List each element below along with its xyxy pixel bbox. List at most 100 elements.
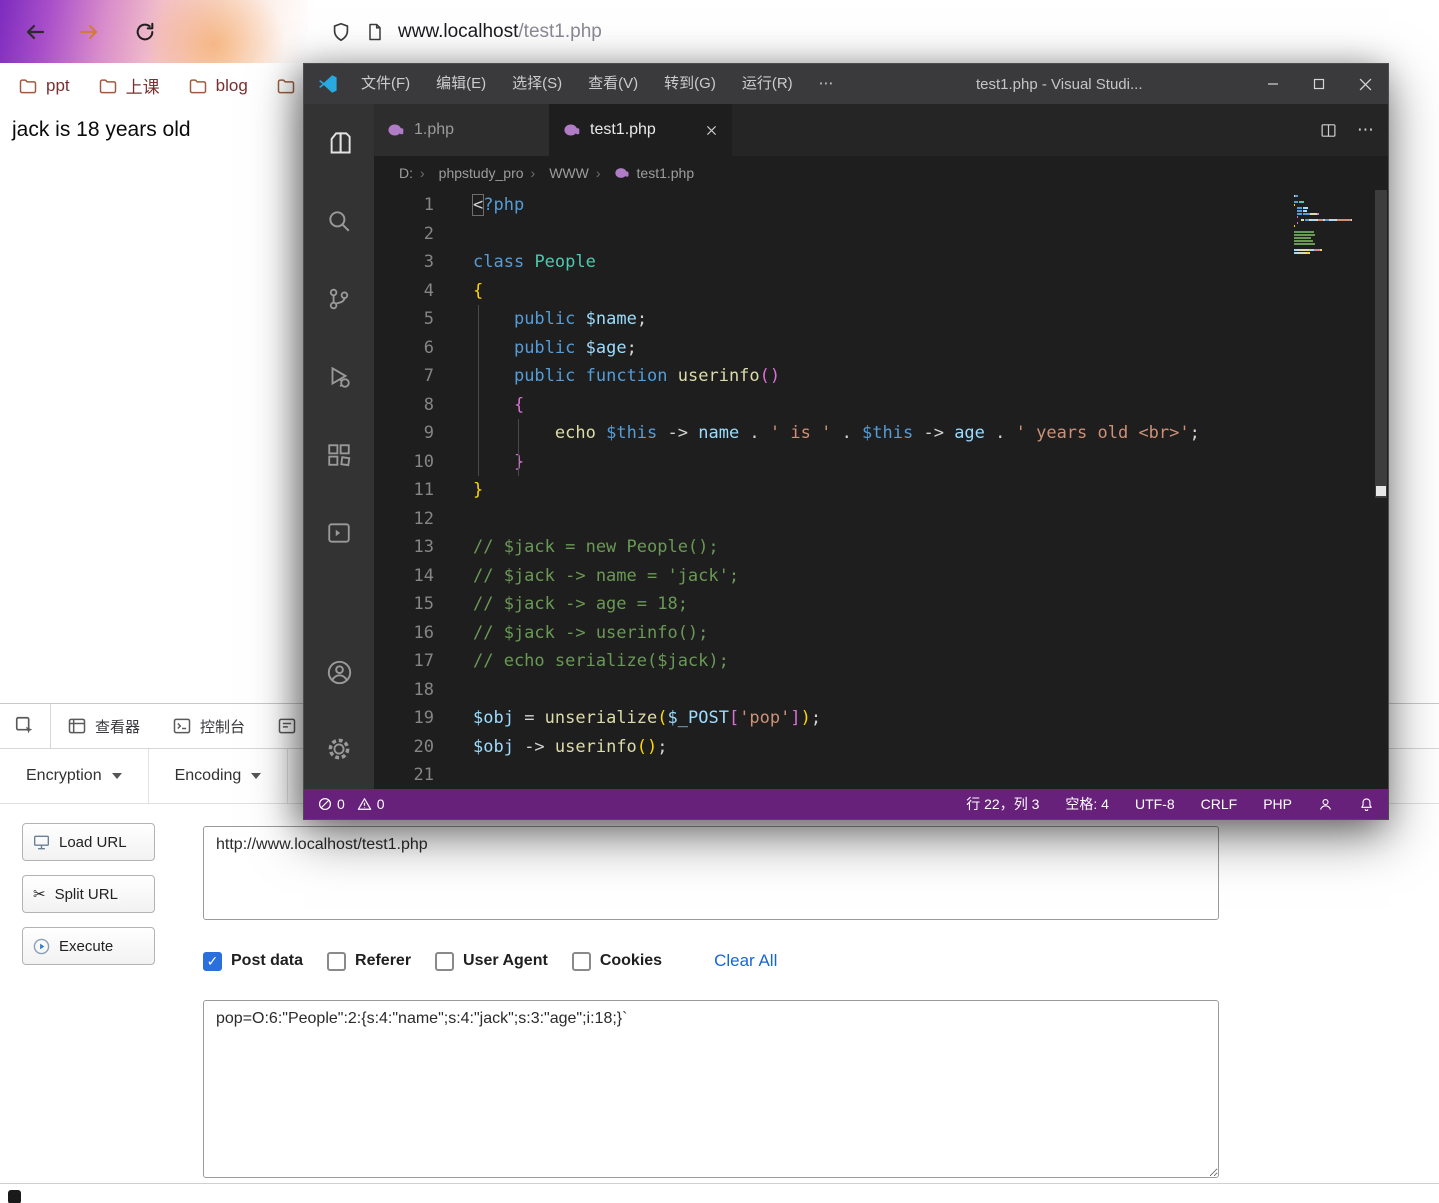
line-number: 3 bbox=[423, 252, 434, 272]
load-url-button[interactable]: Load URL bbox=[22, 823, 155, 861]
minimize-button[interactable] bbox=[1250, 64, 1296, 104]
folder-icon bbox=[99, 78, 116, 93]
menu-edit[interactable]: 编辑(E) bbox=[423, 64, 499, 104]
tab-1php[interactable]: 1.php bbox=[374, 104, 550, 156]
code-editor[interactable]: 1 <?php 2 3 class People 4{5 public $name; 6 p… bbox=[374, 190, 1388, 789]
source-control-icon[interactable] bbox=[304, 275, 374, 323]
menu-goto[interactable]: 转到(G) bbox=[651, 64, 729, 104]
language-mode[interactable]: PHP bbox=[1263, 796, 1292, 812]
tab-test1php[interactable]: test1.php bbox=[550, 104, 732, 156]
url-host: www.localhost bbox=[398, 21, 519, 42]
reload-button[interactable] bbox=[126, 13, 164, 51]
bookmark-label: blog bbox=[215, 75, 248, 95]
encoding-setting[interactable]: UTF-8 bbox=[1135, 796, 1175, 812]
split-url-button[interactable]: ✂ Split URL bbox=[22, 875, 155, 913]
page-info-icon[interactable] bbox=[365, 22, 385, 42]
checkbox-icon bbox=[203, 951, 222, 971]
feedback-icon[interactable] bbox=[1318, 797, 1333, 812]
window-controls bbox=[1250, 64, 1388, 104]
bookmark-blog[interactable]: blog bbox=[188, 76, 248, 96]
clear-all-link[interactable]: Clear All bbox=[714, 951, 777, 971]
reload-icon bbox=[136, 22, 154, 41]
user-agent-checkbox[interactable]: User Agent bbox=[435, 951, 548, 971]
button-label: Execute bbox=[59, 937, 114, 955]
console-icon bbox=[172, 716, 192, 736]
forward-button[interactable] bbox=[70, 13, 108, 51]
post-data-checkbox[interactable]: Post data bbox=[203, 951, 303, 971]
notifications-bell-icon[interactable] bbox=[1359, 797, 1374, 812]
maximize-button[interactable] bbox=[1296, 64, 1342, 104]
encoding-menu[interactable]: Encoding bbox=[149, 749, 289, 803]
hackbar-content: Load URL ✂ Split URL Execute http://www.… bbox=[0, 804, 1439, 1203]
menu-selection[interactable]: 选择(S) bbox=[499, 64, 575, 104]
back-button[interactable] bbox=[16, 13, 54, 51]
folder-icon bbox=[277, 78, 295, 93]
php-file-icon bbox=[388, 124, 404, 136]
editor-scrollbar[interactable] bbox=[1374, 190, 1388, 789]
menu-file[interactable]: 文件(F) bbox=[348, 64, 423, 104]
menu-view[interactable]: 查看(V) bbox=[575, 64, 651, 104]
extensions-icon[interactable] bbox=[304, 431, 374, 479]
minimap[interactable] bbox=[1294, 195, 1374, 258]
url-input[interactable]: http://www.localhost/test1.php bbox=[203, 826, 1219, 920]
encryption-menu[interactable]: Encryption bbox=[0, 749, 149, 803]
code-line: 6 public $age; bbox=[374, 334, 1288, 363]
menu-label: Encryption bbox=[26, 767, 102, 784]
indent-setting[interactable]: 空格: 4 bbox=[1065, 794, 1109, 814]
scrollbar-thumb[interactable] bbox=[1375, 190, 1387, 498]
editor-tabs: 1.php test1.php ⋯ bbox=[374, 104, 1388, 156]
bookmark-ppt[interactable]: ppt bbox=[18, 76, 70, 96]
tab-close-button[interactable] bbox=[706, 125, 717, 136]
run-debug-icon[interactable] bbox=[304, 353, 374, 401]
split-editor-icon[interactable] bbox=[1320, 122, 1337, 139]
window-title: test1.php - Visual Studi... bbox=[976, 75, 1143, 93]
referer-checkbox[interactable]: Referer bbox=[327, 951, 411, 971]
devtools-tab-console[interactable]: 控制台 bbox=[156, 704, 261, 748]
search-icon[interactable] bbox=[304, 197, 374, 245]
menu-more[interactable]: ⋯ bbox=[806, 64, 847, 104]
code-line: 8 { bbox=[374, 391, 1288, 420]
crumb-www[interactable]: WWW bbox=[531, 165, 589, 181]
code-line: 14// $jack -> name = 'jack'; bbox=[374, 562, 1288, 591]
tab-label: test1.php bbox=[590, 121, 656, 138]
code-line: 13// $jack = new People(); bbox=[374, 533, 1288, 562]
pick-element-icon bbox=[15, 716, 33, 734]
forward-icon bbox=[79, 24, 98, 40]
monitor-icon bbox=[33, 835, 50, 850]
url-bar[interactable]: www.localhost/test1.php bbox=[330, 9, 1399, 55]
chevron-down-icon bbox=[251, 773, 262, 779]
vscode-titlebar[interactable]: 文件(F) 编辑(E) 选择(S) 查看(V) 转到(G) 运行(R) ⋯ te… bbox=[304, 64, 1388, 104]
bookmark-partial[interactable] bbox=[276, 76, 304, 96]
line-number: 16 bbox=[413, 622, 434, 643]
explorer-icon[interactable] bbox=[304, 119, 374, 167]
code-line: 2 bbox=[374, 220, 1288, 249]
code-line: 5 public $name; bbox=[374, 305, 1288, 334]
account-icon[interactable] bbox=[304, 648, 374, 696]
problems-errors[interactable]: 0 bbox=[318, 796, 345, 812]
crumb-drive[interactable]: D: bbox=[399, 165, 413, 181]
bookmark-shangke[interactable]: 上课 bbox=[98, 73, 160, 98]
execute-button[interactable]: Execute bbox=[22, 927, 155, 965]
shield-icon[interactable] bbox=[330, 21, 352, 43]
close-button[interactable] bbox=[1342, 64, 1388, 104]
problems-warnings[interactable]: 0 bbox=[357, 796, 385, 812]
line-number: 6 bbox=[423, 337, 434, 358]
cursor-position[interactable]: 行 22，列 3 bbox=[966, 794, 1039, 814]
settings-gear-icon[interactable] bbox=[304, 725, 374, 773]
code-line: 18 bbox=[374, 676, 1288, 705]
menu-run[interactable]: 运行(R) bbox=[729, 64, 806, 104]
cookies-checkbox[interactable]: Cookies bbox=[571, 951, 663, 971]
devtools-tab-inspector[interactable]: 查看器 bbox=[51, 704, 156, 748]
post-data-input[interactable]: pop=O:6:"People":2:{s:4:"name";s:4:"jack… bbox=[203, 1000, 1219, 1178]
status-bar: 0 0 行 22，列 3 空格: 4 UTF-8 CRLF PHP bbox=[304, 789, 1388, 819]
eol-setting[interactable]: CRLF bbox=[1201, 796, 1238, 812]
crumb-file[interactable]: test1.php bbox=[596, 165, 694, 181]
run-panel-icon[interactable] bbox=[304, 509, 374, 557]
pick-element-button[interactable] bbox=[0, 704, 51, 748]
crumb-phpstudy[interactable]: phpstudy_pro bbox=[420, 165, 524, 181]
line-number: 21 bbox=[413, 765, 434, 785]
checkbox-label: Cookies bbox=[599, 952, 663, 969]
editor-more-button[interactable]: ⋯ bbox=[1357, 120, 1374, 140]
code-line: 20 $obj -> userinfo(); bbox=[374, 733, 1288, 762]
line-number: 20 bbox=[413, 736, 434, 757]
